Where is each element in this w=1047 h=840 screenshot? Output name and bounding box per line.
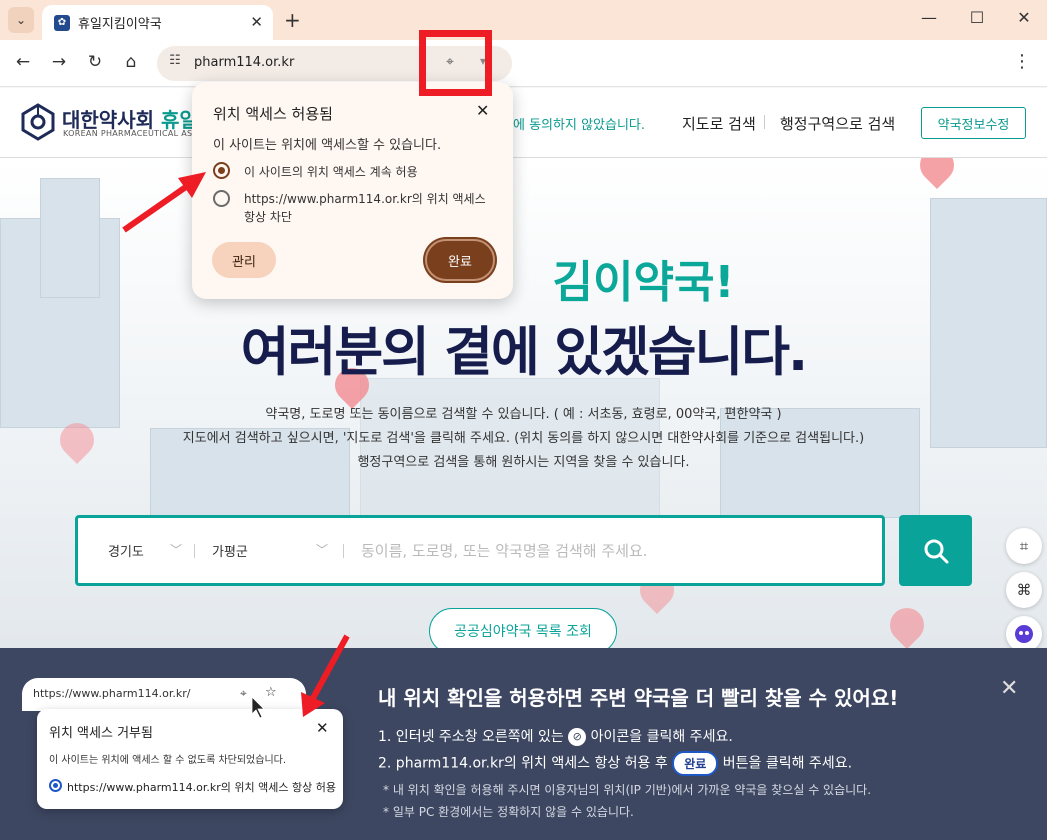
site-header: 대한약사회 휴일지 KOREAN PHARMACEUTICAL ASSO 에 동… bbox=[0, 88, 1047, 158]
search-form: 경기도 ﹀ 가평군 ﹀ bbox=[75, 515, 885, 586]
banner-step-1: 1. 인터넷 주소창 오른쪽에 있는 ⊘ 아이콘을 클릭해 주세요. bbox=[378, 726, 733, 746]
tab-close-icon[interactable]: ✕ bbox=[250, 13, 263, 31]
step-text: 1. 인터넷 주소창 오른쪽에 있는 bbox=[378, 729, 564, 745]
search-button[interactable] bbox=[899, 515, 972, 586]
hero-description: 약국명, 도로명 또는 동이름으로 검색할 수 있습니다. ( 예 : 서초동,… bbox=[0, 403, 1047, 475]
mini-url: https://www.pharm114.or.kr/ bbox=[33, 687, 191, 700]
hero-title-accent: 김이약국! bbox=[552, 257, 735, 308]
home-icon[interactable]: ⌂ bbox=[119, 52, 143, 72]
location-blocked-icon: ⊘ bbox=[568, 728, 587, 746]
chevron-down-icon[interactable]: ﹀ bbox=[170, 541, 182, 558]
step-text: 아이콘을 클릭해 주세요. bbox=[590, 729, 733, 745]
public-night-pharmacy-button[interactable]: 공공심야약국 목록 조회 bbox=[429, 608, 617, 648]
banner-title: 내 위치 확인을 허용하면 주변 약국을 더 빨리 찾을 수 있어요! bbox=[378, 686, 899, 710]
radio-allow[interactable] bbox=[213, 162, 230, 179]
done-button[interactable]: 완료 bbox=[425, 239, 495, 281]
banner-note: * 일부 PC 환경에서는 정확하지 않을 수 있습니다. bbox=[383, 805, 634, 819]
kpa-logo-icon bbox=[21, 103, 55, 141]
popup-description: 이 사이트는 위치에 액세스할 수 있습니다. bbox=[213, 138, 442, 153]
minimize-button[interactable]: — bbox=[914, 8, 944, 27]
search-icon bbox=[924, 539, 948, 563]
desc-line: 약국명, 도로명 또는 동이름으로 검색할 수 있습니다. ( 예 : 서초동,… bbox=[265, 407, 782, 422]
back-icon[interactable]: ← bbox=[11, 52, 35, 72]
step-text: 2. pharm114.or.kr의 위치 액세스 항상 허용 후 bbox=[378, 755, 668, 772]
crop-icon[interactable]: ⌗ bbox=[1006, 528, 1042, 564]
logo-subtitle: KOREAN PHARMACEUTICAL ASSO bbox=[63, 129, 205, 138]
nav-map-search[interactable]: 지도로 검색 bbox=[682, 113, 756, 134]
forward-icon[interactable]: → bbox=[47, 52, 71, 72]
new-tab-button[interactable]: + bbox=[284, 8, 301, 32]
tab-bar: ⌄ ✿ 휴일지킴이약국 ✕ + — ☐ ✕ bbox=[0, 0, 1047, 40]
option-allow-label[interactable]: 이 사이트의 위치 액세스 계속 허용 bbox=[244, 163, 418, 180]
desc-line: 행정구역으로 검색을 통해 원하시는 지역을 찾을 수 있습니다. bbox=[357, 455, 690, 470]
close-icon: ✕ bbox=[316, 719, 329, 737]
done-pill: 완료 bbox=[672, 751, 719, 776]
banner-close-icon[interactable]: ✕ bbox=[1000, 676, 1018, 701]
tab-title: 휴일지킴이약국 bbox=[78, 17, 162, 32]
site-favicon-icon: ✿ bbox=[54, 14, 70, 31]
browser-toolbar: ← → ↻ ⌂ ☷ pharm114.or.kr ⌖ ▾ ⋮ bbox=[0, 40, 1047, 87]
nav-divider bbox=[764, 115, 765, 129]
highlight-box bbox=[419, 30, 492, 96]
popup-title: 위치 액세스 허용됨 bbox=[213, 105, 333, 123]
hero-section: 김이약국! 여러분의 곁에 있겠습니다. 약국명, 도로명 또는 동이름으로 검… bbox=[0, 158, 1047, 648]
assistant-icon[interactable] bbox=[1006, 616, 1042, 648]
menu-kebab-icon[interactable]: ⋮ bbox=[1013, 51, 1031, 72]
manage-button[interactable]: 관리 bbox=[212, 242, 276, 278]
chevron-down-icon[interactable]: ﹀ bbox=[316, 541, 328, 558]
pharmacy-info-edit-button[interactable]: 약국정보수정 bbox=[921, 107, 1026, 139]
banner-note: * 내 위치 확인을 허용해 주시면 이용자님의 위치(IP 기반)에서 가까운… bbox=[383, 783, 872, 797]
search-input[interactable] bbox=[361, 536, 861, 566]
popup-close-icon[interactable]: ✕ bbox=[476, 101, 489, 120]
assistant-face-icon bbox=[1015, 625, 1033, 643]
tab-active[interactable]: ✿ 휴일지킴이약국 ✕ bbox=[42, 5, 273, 40]
maximize-button[interactable]: ☐ bbox=[962, 8, 992, 27]
mini-popup-desc: 이 사이트는 위치에 액세스 할 수 없도록 차단되었습니다. bbox=[49, 755, 287, 766]
site-info-icon[interactable]: ☷ bbox=[165, 53, 185, 73]
tab-search-button[interactable]: ⌄ bbox=[8, 7, 34, 33]
map-pin-icon bbox=[882, 600, 932, 648]
location-blocked-icon: ⌖ bbox=[240, 686, 247, 700]
divider bbox=[194, 544, 195, 558]
guide-mini-addressbar: https://www.pharm114.or.kr/ ⌖ ☆ bbox=[22, 678, 306, 711]
close-window-button[interactable]: ✕ bbox=[1009, 8, 1039, 27]
location-permission-popup: 위치 액세스 허용됨 ✕ 이 사이트는 위치에 액세스할 수 있습니다. 이 사… bbox=[192, 82, 513, 299]
consent-notice: 에 동의하지 않았습니다. bbox=[513, 118, 645, 133]
desc-line: 지도에서 검색하고 싶으시면, '지도로 검색'을 클릭해 주세요. (위치 동… bbox=[182, 431, 865, 446]
guide-mini-popup: 위치 액세스 거부됨 ✕ 이 사이트는 위치에 액세스 할 수 없도록 차단되었… bbox=[37, 709, 343, 809]
step-text: 버튼을 클릭해 주세요. bbox=[722, 755, 853, 772]
reload-icon[interactable]: ↻ bbox=[83, 52, 107, 72]
county-select[interactable]: 가평군 bbox=[212, 541, 248, 560]
apps-icon[interactable]: ⌘ bbox=[1006, 572, 1042, 608]
nav-region-search[interactable]: 행정구역으로 검색 bbox=[780, 113, 895, 134]
radio-selected-icon bbox=[49, 779, 62, 792]
hero-title: 여러분의 곁에 있겠습니다. bbox=[240, 322, 808, 383]
banner-step-2: 2. pharm114.or.kr의 위치 액세스 항상 허용 후 완료 버튼을… bbox=[378, 751, 852, 776]
option-block-label[interactable]: https://www.pharm114.or.kr의 위치 액세스 항상 차단 bbox=[244, 190, 499, 226]
mini-popup-title: 위치 액세스 거부됨 bbox=[49, 726, 153, 741]
url-text[interactable]: pharm114.or.kr bbox=[194, 55, 294, 70]
province-select[interactable]: 경기도 bbox=[108, 541, 144, 560]
radio-block[interactable] bbox=[213, 190, 230, 207]
divider bbox=[343, 544, 344, 558]
star-icon: ☆ bbox=[265, 685, 277, 700]
map-pin-icon bbox=[912, 158, 962, 190]
mini-popup-option: https://www.pharm114.or.kr의 위치 액세스 항상 허용 bbox=[67, 781, 336, 794]
